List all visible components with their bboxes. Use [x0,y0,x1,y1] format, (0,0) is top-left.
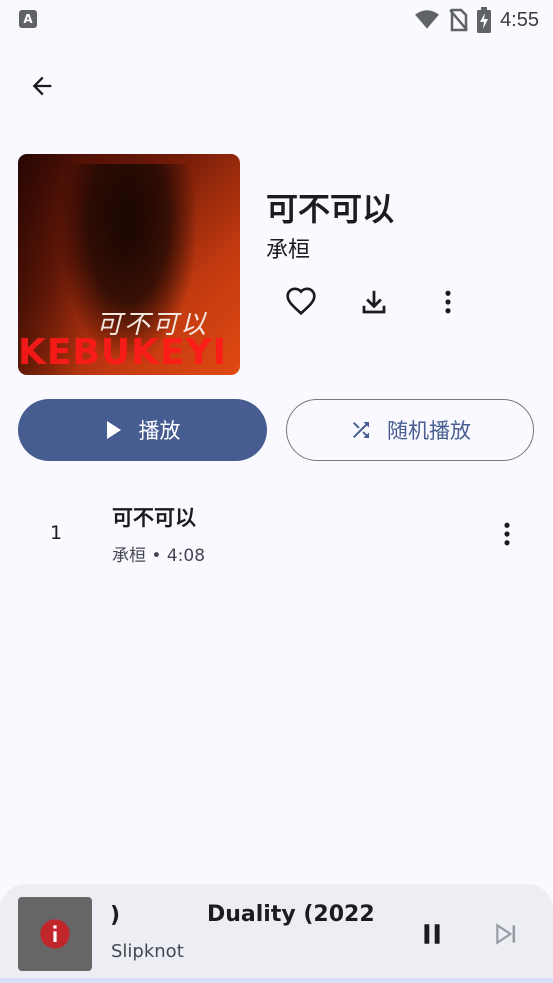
mini-player-progress [0,978,553,983]
cover-big-text: KEBUKEYI [18,332,228,373]
favorite-button[interactable] [279,280,323,324]
arrow-back-icon [32,76,52,96]
skip-next-icon [496,923,516,945]
album-title: 可不可以 [266,190,395,228]
status-time: 4:55 [500,8,539,31]
status-icons: 4:55 [414,7,539,33]
mini-player-title-fragment: ) [110,903,121,928]
pause-button[interactable] [410,912,454,956]
app-notification-icon: A [19,10,37,28]
album-cover: 可不可以 KEBUKEYI [18,154,240,375]
track-row[interactable]: 1 可不可以 承桓 • 4:08 [0,492,553,576]
mini-player-artwork [18,897,92,971]
heart-icon [286,287,316,316]
more-vert-icon [445,290,451,314]
album-artist[interactable]: 承桓 [266,232,310,264]
mini-player[interactable]: ) Duality (2022 Slipknot [0,884,553,983]
wifi-icon [415,10,439,29]
play-button-label: 播放 [138,419,181,443]
shuffle-button-label: 随机播放 [387,419,471,443]
skip-next-button[interactable] [484,912,528,956]
more-vert-icon [504,522,510,546]
no-sim-icon [449,8,469,32]
track-title: 可不可以 [112,506,196,530]
status-bar: A 4:55 [0,0,553,40]
shuffle-icon [353,422,369,438]
info-icon [40,919,70,949]
back-button[interactable] [20,64,64,108]
mini-player-title: Duality (2022 [207,902,375,927]
play-icon [106,421,121,439]
pause-icon [424,924,440,944]
shuffle-button[interactable]: 随机播放 [286,399,534,461]
track-more-button[interactable] [485,512,529,556]
track-subtitle: 承桓 • 4:08 [112,546,206,566]
album-more-button[interactable] [426,280,470,324]
download-icon [362,290,386,314]
download-button[interactable] [352,280,396,324]
battery-charging-icon [477,7,492,33]
play-button[interactable]: 播放 [18,399,267,461]
track-number: 1 [50,522,63,544]
mini-player-artist: Slipknot [111,941,184,962]
